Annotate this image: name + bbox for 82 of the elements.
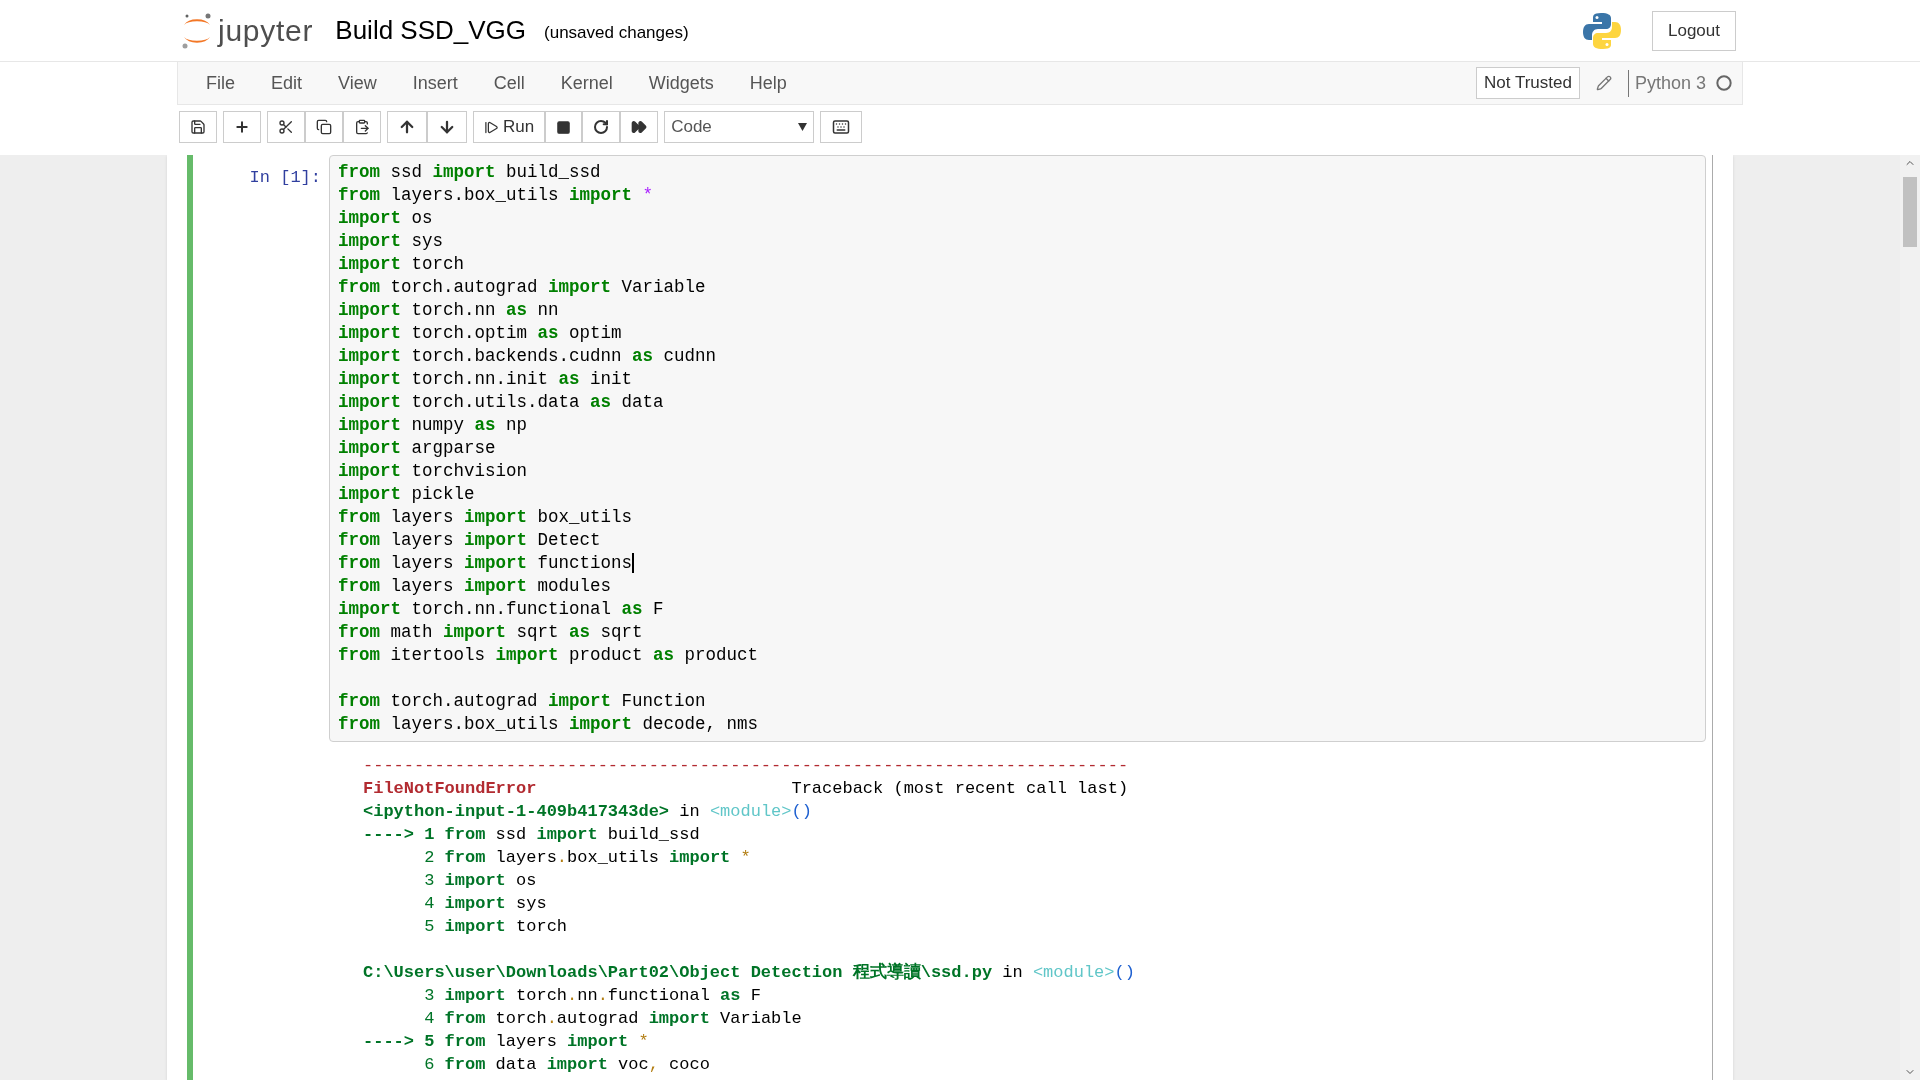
code-line: from layers import box_utils: [338, 506, 633, 529]
menu-item[interactable]: File: [188, 69, 253, 97]
menu-item[interactable]: Insert: [394, 69, 476, 97]
traceback-line: <ipython-input-1-409b417343de> in <module>(): [363, 801, 812, 823]
save-button[interactable]: [179, 111, 217, 143]
kernel-name: Python 3: [1627, 69, 1706, 97]
code-line: from itertools import product as product: [338, 644, 759, 667]
cell-prompt: In [1]:: [248, 167, 322, 189]
traceback-title: Traceback (most recent call last): [791, 778, 1129, 800]
menu-item[interactable]: View: [320, 69, 395, 97]
code-line: import os: [338, 207, 433, 230]
move-up-button[interactable]: [387, 111, 427, 143]
menu-item[interactable]: Kernel: [542, 69, 631, 97]
code-line: from layers import Detect: [338, 529, 601, 552]
traceback-line: ----> 1 from ssd import build_ssd: [363, 824, 700, 846]
command-palette-button[interactable]: [820, 111, 863, 143]
keyboard-icon: [831, 118, 852, 136]
menu-item[interactable]: Widgets: [630, 69, 732, 97]
stop-icon: [556, 119, 572, 135]
traceback-line: 5 import torch: [423, 916, 568, 938]
code-line: import torch.nn as nn: [338, 299, 559, 322]
step-forward-icon: [484, 119, 499, 135]
paste-button[interactable]: [343, 111, 381, 143]
jupyter-logo-text[interactable]: jupyter: [218, 8, 314, 53]
kernel-idle-indicator-icon: [1716, 75, 1732, 91]
code-line: import numpy as np: [338, 414, 528, 437]
traceback-line: 4 import sys: [423, 893, 547, 915]
code-line: import argparse: [338, 437, 496, 460]
save-status: (unsaved changes): [544, 21, 689, 44]
plus-icon: [234, 119, 250, 135]
interrupt-button[interactable]: [545, 111, 583, 143]
code-line: import sys: [338, 230, 444, 253]
code-line: import torch.utils.data as data: [338, 391, 664, 414]
fast-forward-icon: [631, 119, 648, 135]
scrollbar-thumb[interactable]: [1903, 177, 1917, 247]
python-logo-icon: [1582, 10, 1622, 51]
traceback-line: C:\Users\user\Downloads\Part02\Object Detection 程式導讀\ssd.py in <module>(): [363, 961, 1135, 984]
code-line: from torch.autograd import Function: [338, 690, 706, 713]
code-line: import pickle: [338, 483, 475, 506]
run-button[interactable]: Run: [473, 111, 546, 143]
error-name: FileNotFoundError: [363, 778, 537, 800]
code-line: from layers import modules: [338, 575, 612, 598]
move-down-button[interactable]: [427, 111, 467, 143]
copy-button[interactable]: [305, 111, 343, 143]
code-line: import torch.nn.init as init: [338, 368, 633, 391]
traceback-rule: ---------------------------------------------------------------------------: [363, 755, 1129, 777]
paste-icon: [354, 119, 370, 135]
restart-icon: [593, 119, 610, 135]
traceback-line: ----> 5 from layers import *: [363, 1031, 649, 1053]
code-line: import torch.backends.cudnn as cudnn: [338, 345, 717, 368]
caret-icon: [798, 123, 808, 131]
traceback-line: 3 import os: [423, 870, 537, 892]
code-editor[interactable]: [329, 155, 1706, 742]
code-line: import torch: [338, 253, 465, 276]
code-line: from layers.box_utils import *: [338, 184, 654, 207]
code-line: from layers import functions: [338, 552, 635, 575]
code-line: from torch.autograd import Variable: [338, 276, 706, 299]
logout-button[interactable]: Logout: [1652, 10, 1736, 51]
cell-type-select[interactable]: Code: [664, 111, 815, 143]
scissors-icon: [278, 119, 294, 135]
code-line: import torchvision: [338, 460, 528, 483]
copy-icon: [316, 119, 332, 135]
trust-indicator[interactable]: Not Trusted: [1476, 67, 1580, 99]
notebook-title[interactable]: Build SSD_VGG: [335, 11, 527, 50]
menu-item[interactable]: Edit: [253, 69, 321, 97]
add-cell-button[interactable]: [223, 111, 261, 143]
traceback-line: 3 import torch.nn.functional as F: [423, 985, 761, 1007]
code-line: from ssd import build_ssd: [338, 161, 601, 184]
code-line: import torch.optim as optim: [338, 322, 622, 345]
code-line: import torch.nn.functional as F: [338, 598, 664, 621]
traceback-line: 6 from data import voc, coco: [423, 1054, 710, 1076]
restart-button[interactable]: [582, 111, 621, 143]
traceback-line: 2 from layers.box_utils import *: [423, 847, 751, 869]
code-line: from layers.box_utils import decode, nms: [338, 713, 759, 736]
edit-mode-pencil-icon: [1595, 75, 1612, 91]
arrow-down-icon: [438, 118, 456, 136]
code-line: from math import sqrt as sqrt: [338, 621, 643, 644]
menu-item[interactable]: Help: [731, 69, 805, 97]
run-all-button[interactable]: [620, 111, 659, 143]
traceback-line: 4 from torch.autograd import Variable: [423, 1008, 802, 1030]
cut-button[interactable]: [267, 111, 305, 143]
menu-item[interactable]: Cell: [475, 69, 543, 97]
